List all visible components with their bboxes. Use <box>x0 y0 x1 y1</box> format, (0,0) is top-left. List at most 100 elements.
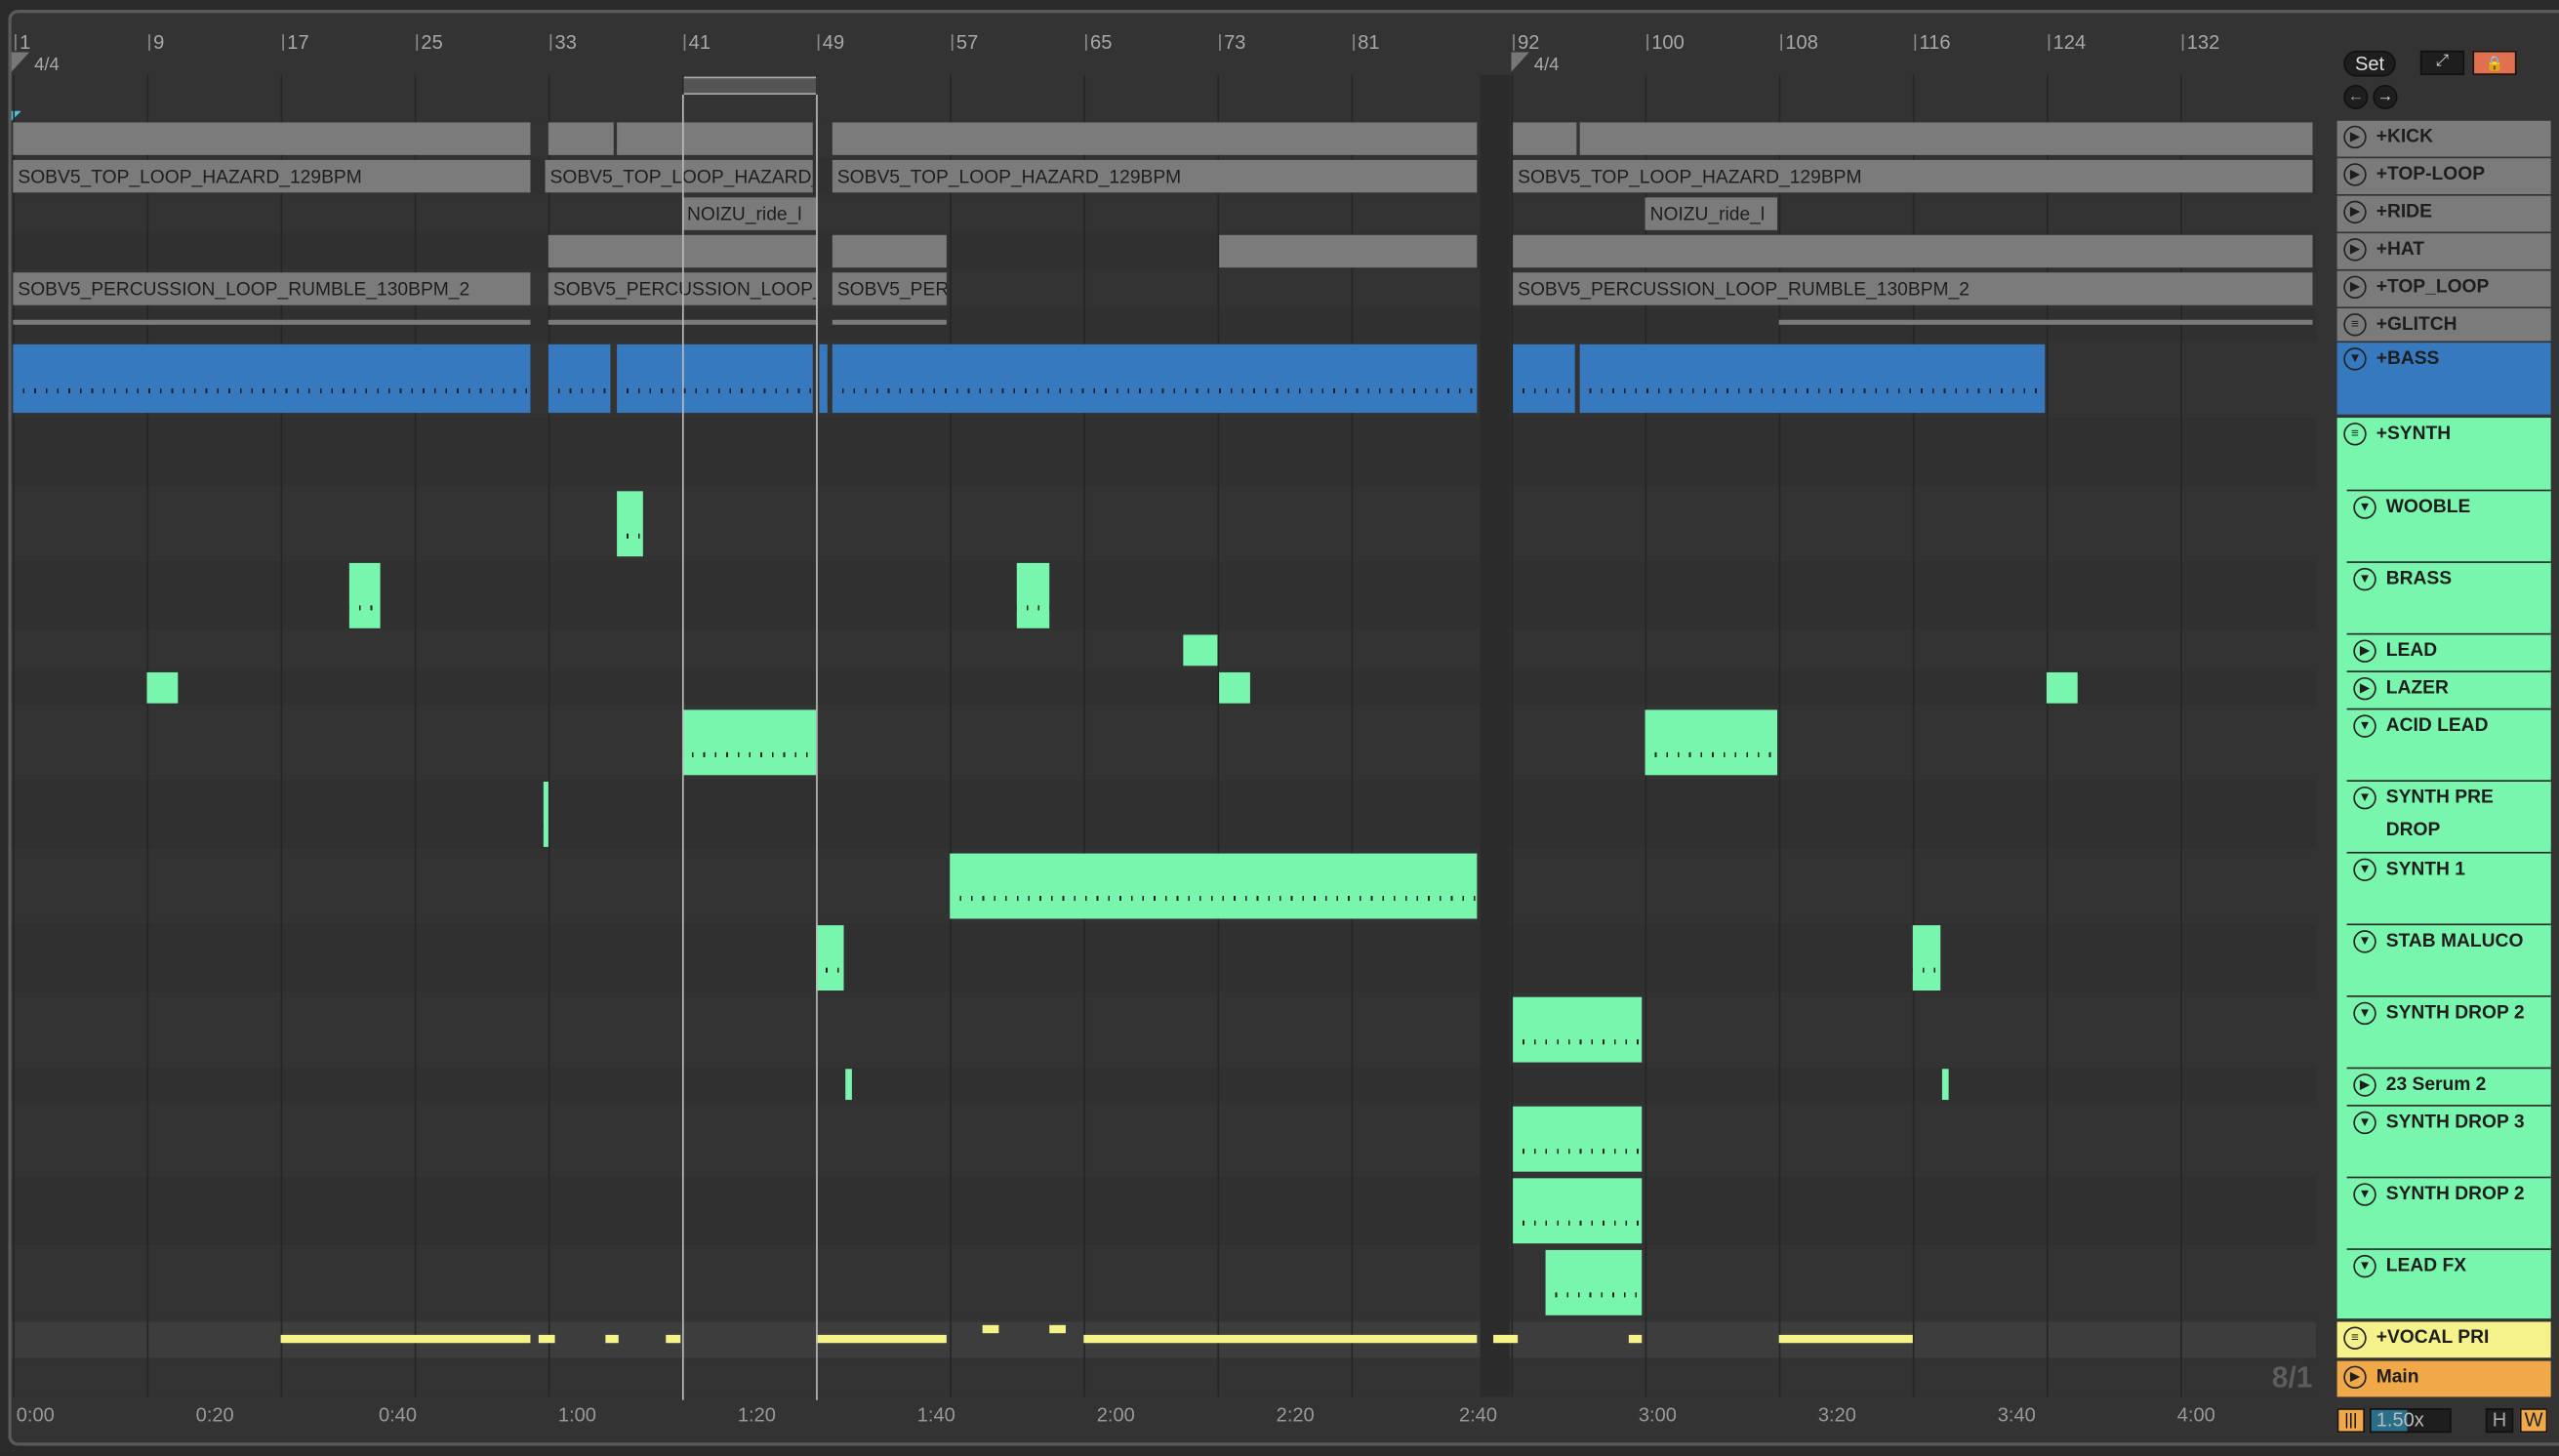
play-icon[interactable]: ▶ <box>2343 200 2367 224</box>
track-header[interactable]: ▶ +RIDE <box>2336 195 2551 232</box>
track-header[interactable]: ▶ +HAT <box>2336 233 2551 269</box>
midi-clip[interactable] <box>1941 1069 1949 1101</box>
midi-clip[interactable] <box>1083 1334 1478 1344</box>
midi-clip[interactable] <box>280 1334 531 1344</box>
play-icon[interactable]: ▶ <box>2343 163 2367 186</box>
midi-clip[interactable] <box>13 344 531 414</box>
track-lane[interactable] <box>11 489 2316 558</box>
play-icon[interactable]: ▶ <box>2343 1365 2367 1390</box>
midi-clip[interactable] <box>816 925 844 991</box>
track-lane[interactable] <box>11 632 2316 667</box>
play-icon[interactable]: ▶ <box>2343 125 2367 149</box>
midi-clip[interactable] <box>982 1324 999 1334</box>
audio-clip[interactable] <box>832 122 1478 155</box>
track-header[interactable]: ▼ SYNTH DROP 3 <box>2346 1105 2551 1174</box>
track-header[interactable]: ▼ SYNTH PRE DROP <box>2346 780 2551 849</box>
midi-clip[interactable] <box>666 1334 681 1344</box>
audio-clip[interactable]: NOIZU_ride_l <box>1645 197 1778 230</box>
track-lane[interactable] <box>11 670 2316 706</box>
midi-clip[interactable] <box>617 344 813 414</box>
track-lane[interactable] <box>11 1105 2316 1174</box>
track-header[interactable]: ▼ LEAD FX <box>2346 1248 2551 1317</box>
midi-clip[interactable] <box>950 853 1478 919</box>
midi-clip[interactable] <box>819 344 828 414</box>
fold-icon[interactable]: ▼ <box>2353 930 2376 953</box>
track-lane[interactable] <box>11 195 2316 232</box>
track-header[interactable]: ▼ +BASS <box>2336 343 2551 415</box>
fold-icon[interactable]: ▼ <box>2353 1001 2376 1026</box>
fold-icon[interactable]: ▼ <box>2353 787 2376 810</box>
midi-clip[interactable] <box>1513 996 1643 1063</box>
fold-icon[interactable]: ▼ <box>2353 858 2376 881</box>
audio-clip[interactable] <box>1579 122 2313 155</box>
audio-clip[interactable]: SOBV5_TOP_LOOP_HAZARD_129BPM <box>545 159 813 193</box>
audio-clip[interactable] <box>13 319 531 325</box>
follow-button[interactable]: ⤢ <box>2419 50 2465 75</box>
audio-clip[interactable]: NOIZU_ride_l <box>681 197 817 230</box>
track-header[interactable]: ▶ +KICK <box>2336 120 2551 157</box>
track-lane[interactable] <box>11 1360 2316 1397</box>
fold-icon[interactable]: ▼ <box>2353 1254 2376 1278</box>
midi-clip[interactable] <box>1183 634 1218 667</box>
track-header[interactable]: ▶ LEAD <box>2346 632 2551 667</box>
midi-clip[interactable] <box>1049 1324 1066 1334</box>
track-lane[interactable] <box>11 1176 2316 1245</box>
midi-clip[interactable] <box>1513 344 1575 414</box>
midi-clip[interactable] <box>845 1069 852 1101</box>
h-button[interactable]: H <box>2485 1408 2514 1434</box>
audio-clip[interactable] <box>832 234 947 268</box>
track-lane[interactable] <box>11 995 2316 1065</box>
track-header[interactable]: ▼ BRASS <box>2346 561 2551 630</box>
fold-icon[interactable]: ▼ <box>2353 567 2376 591</box>
track-header[interactable]: ▼ SYNTH DROP 2 <box>2346 1176 2551 1245</box>
midi-clip[interactable] <box>1579 344 2046 414</box>
audio-clip[interactable] <box>617 122 813 155</box>
track-header[interactable]: ▶ 23 Serum 2 <box>2346 1067 2551 1102</box>
midi-clip[interactable] <box>2046 671 2078 704</box>
track-lane[interactable] <box>11 1248 2316 1317</box>
midi-clip[interactable] <box>1493 1334 1519 1344</box>
midi-clip[interactable] <box>1645 709 1778 776</box>
audio-clip[interactable] <box>832 319 947 325</box>
midi-clip[interactable] <box>1219 671 1250 704</box>
audio-clip[interactable]: SOBV5_PERCUSSION_LOOP_RUMBLE_130BPM_2 <box>1513 272 2313 305</box>
midi-clip[interactable] <box>1513 1178 1643 1244</box>
play-icon[interactable]: ▶ <box>2353 639 2376 663</box>
group-icon[interactable]: ≡ <box>2343 313 2367 337</box>
audio-clip[interactable] <box>548 122 614 155</box>
fold-icon[interactable]: ▼ <box>2353 1183 2376 1206</box>
set-button[interactable]: Set <box>2343 50 2396 77</box>
play-icon[interactable]: ▶ <box>2353 1073 2376 1097</box>
track-lane[interactable] <box>11 418 2316 487</box>
midi-clip[interactable] <box>605 1334 619 1344</box>
waveform-icon[interactable]: ||| <box>2336 1408 2366 1434</box>
track-header[interactable]: ≡ +VOCAL PRI <box>2336 1321 2551 1358</box>
forward-arrow-icon[interactable]: → <box>2373 84 2398 110</box>
midi-clip[interactable] <box>1628 1334 1643 1344</box>
audio-clip[interactable]: SOBV5_TOP_LOOP_HAZARD_129BPM <box>1513 159 2313 193</box>
audio-clip[interactable]: SOBV5_TOP_LOOP_HAZARD_129BPM <box>13 159 531 193</box>
track-header[interactable]: ≡ +GLITCH <box>2336 308 2551 342</box>
track-lane[interactable] <box>11 708 2316 777</box>
audio-clip[interactable]: SOBV5_TOP_LOOP_HAZARD_129BPM <box>832 159 1478 193</box>
audio-clip[interactable] <box>1778 319 2313 325</box>
track-header[interactable]: ▼ WOOBLE <box>2346 489 2551 558</box>
midi-clip[interactable] <box>617 491 643 557</box>
midi-clip[interactable] <box>1545 1249 1643 1315</box>
w-button[interactable]: W <box>2519 1408 2548 1434</box>
group-icon[interactable]: ≡ <box>2343 423 2367 446</box>
time-signature[interactable]: 4/4 <box>34 56 60 75</box>
midi-clip[interactable] <box>1912 925 1941 991</box>
zoom-field[interactable]: 1.50x <box>2370 1408 2452 1434</box>
midi-clip[interactable] <box>548 344 611 414</box>
fold-icon[interactable]: ▼ <box>2353 496 2376 519</box>
midi-clip[interactable] <box>348 562 381 628</box>
audio-clip[interactable]: SOBV5_PERCUSSION_LOOP_RUMBLE_130BPM_2 <box>832 272 947 305</box>
loop-brace[interactable] <box>681 76 818 95</box>
audio-clip[interactable] <box>13 122 531 155</box>
midi-clip[interactable] <box>538 1334 555 1344</box>
play-icon[interactable]: ▶ <box>2343 275 2367 300</box>
midi-clip[interactable] <box>832 344 1478 414</box>
track-header[interactable]: ▼ ACID LEAD <box>2346 708 2551 777</box>
audio-clip[interactable] <box>1513 234 2313 268</box>
